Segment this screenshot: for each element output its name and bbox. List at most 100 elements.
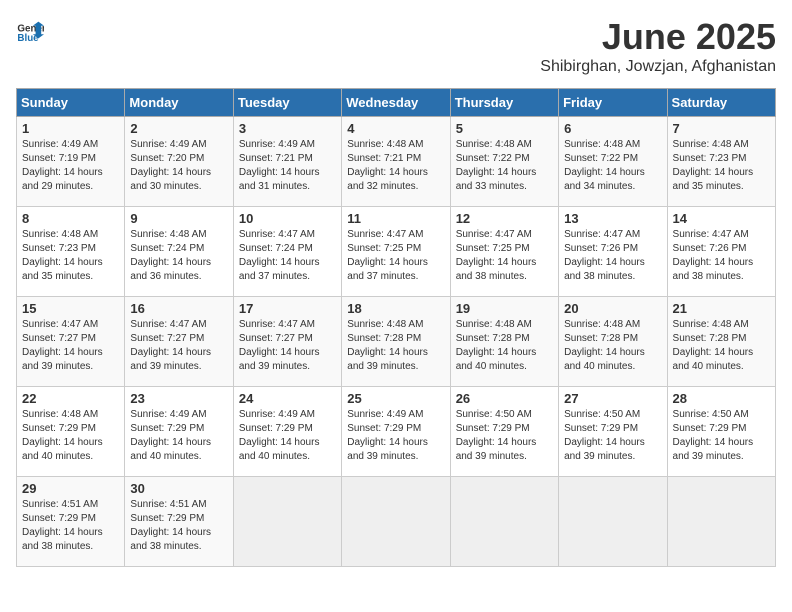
day-number: 7 xyxy=(673,121,770,136)
header-tuesday: Tuesday xyxy=(233,89,341,117)
calendar-cell: 1 Sunrise: 4:49 AM Sunset: 7:19 PM Daylig… xyxy=(17,117,125,207)
calendar-cell xyxy=(450,477,558,567)
header-thursday: Thursday xyxy=(450,89,558,117)
day-info: Sunrise: 4:48 AM Sunset: 7:21 PM Dayligh… xyxy=(347,138,444,194)
calendar-cell xyxy=(233,477,341,567)
calendar-cell: 10 Sunrise: 4:47 AM Sunset: 7:24 PM Dayli… xyxy=(233,207,341,297)
calendar-cell xyxy=(342,477,450,567)
calendar-cell: 16 Sunrise: 4:47 AM Sunset: 7:27 PM Dayli… xyxy=(125,297,233,387)
calendar-cell xyxy=(559,477,667,567)
day-info: Sunrise: 4:47 AM Sunset: 7:26 PM Dayligh… xyxy=(673,228,770,284)
header-wednesday: Wednesday xyxy=(342,89,450,117)
day-number: 24 xyxy=(239,391,336,406)
header-sunday: Sunday xyxy=(17,89,125,117)
month-title: June 2025 xyxy=(540,16,776,58)
week-row-2: 8 Sunrise: 4:48 AM Sunset: 7:23 PM Daylig… xyxy=(17,207,776,297)
day-number: 3 xyxy=(239,121,336,136)
day-number: 16 xyxy=(130,301,227,316)
calendar-cell: 3 Sunrise: 4:49 AM Sunset: 7:21 PM Daylig… xyxy=(233,117,341,207)
week-row-3: 15Sunrise: 4:47 AM Sunset: 7:27 PM Dayli… xyxy=(17,297,776,387)
header: General Blue June 2025 Shibirghan, Jowzj… xyxy=(16,16,776,76)
week-row-4: 22Sunrise: 4:48 AM Sunset: 7:29 PM Dayli… xyxy=(17,387,776,477)
day-info: Sunrise: 4:48 AM Sunset: 7:28 PM Dayligh… xyxy=(673,318,770,374)
calendar-cell: 28Sunrise: 4:50 AM Sunset: 7:29 PM Dayli… xyxy=(667,387,775,477)
day-info: Sunrise: 4:48 AM Sunset: 7:29 PM Dayligh… xyxy=(22,408,119,464)
day-info: Sunrise: 4:48 AM Sunset: 7:24 PM Dayligh… xyxy=(130,228,227,284)
calendar-cell: 29 Sunrise: 4:51 AM Sunset: 7:29 PM Dayli… xyxy=(17,477,125,567)
day-number: 21 xyxy=(673,301,770,316)
day-number: 5 xyxy=(456,121,553,136)
day-info: Sunrise: 4:48 AM Sunset: 7:28 PM Dayligh… xyxy=(456,318,553,374)
day-info: Sunrise: 4:47 AM Sunset: 7:24 PM Dayligh… xyxy=(239,228,336,284)
day-info: Sunrise: 4:47 AM Sunset: 7:26 PM Dayligh… xyxy=(564,228,661,284)
header-friday: Friday xyxy=(559,89,667,117)
day-info: Sunrise: 4:51 AM Sunset: 7:29 PM Dayligh… xyxy=(130,498,227,554)
day-info: Sunrise: 4:47 AM Sunset: 7:25 PM Dayligh… xyxy=(347,228,444,284)
day-info: Sunrise: 4:48 AM Sunset: 7:23 PM Dayligh… xyxy=(22,228,119,284)
day-info: Sunrise: 4:48 AM Sunset: 7:28 PM Dayligh… xyxy=(347,318,444,374)
day-info: Sunrise: 4:49 AM Sunset: 7:29 PM Dayligh… xyxy=(130,408,227,464)
day-number: 18 xyxy=(347,301,444,316)
header-monday: Monday xyxy=(125,89,233,117)
calendar-cell: 22Sunrise: 4:48 AM Sunset: 7:29 PM Dayli… xyxy=(17,387,125,477)
calendar-cell: 19Sunrise: 4:48 AM Sunset: 7:28 PM Dayli… xyxy=(450,297,558,387)
day-number: 1 xyxy=(22,121,119,136)
day-number: 14 xyxy=(673,211,770,226)
day-info: Sunrise: 4:50 AM Sunset: 7:29 PM Dayligh… xyxy=(564,408,661,464)
calendar-cell: 18 Sunrise: 4:48 AM Sunset: 7:28 PM Dayli… xyxy=(342,297,450,387)
day-info: Sunrise: 4:49 AM Sunset: 7:21 PM Dayligh… xyxy=(239,138,336,194)
day-info: Sunrise: 4:48 AM Sunset: 7:28 PM Dayligh… xyxy=(564,318,661,374)
day-number: 10 xyxy=(239,211,336,226)
day-info: Sunrise: 4:49 AM Sunset: 7:29 PM Dayligh… xyxy=(347,408,444,464)
day-number: 8 xyxy=(22,211,119,226)
day-info: Sunrise: 4:47 AM Sunset: 7:27 PM Dayligh… xyxy=(22,318,119,374)
day-info: Sunrise: 4:48 AM Sunset: 7:22 PM Dayligh… xyxy=(456,138,553,194)
calendar-cell: 4 Sunrise: 4:48 AM Sunset: 7:21 PM Daylig… xyxy=(342,117,450,207)
day-number: 27 xyxy=(564,391,661,406)
day-number: 20 xyxy=(564,301,661,316)
day-number: 9 xyxy=(130,211,227,226)
calendar-cell: 25 Sunrise: 4:49 AM Sunset: 7:29 PM Dayli… xyxy=(342,387,450,477)
day-info: Sunrise: 4:47 AM Sunset: 7:27 PM Dayligh… xyxy=(130,318,227,374)
day-number: 4 xyxy=(347,121,444,136)
day-number: 30 xyxy=(130,481,227,496)
calendar-header-row: SundayMondayTuesdayWednesdayThursdayFrid… xyxy=(17,89,776,117)
day-info: Sunrise: 4:49 AM Sunset: 7:29 PM Dayligh… xyxy=(239,408,336,464)
day-info: Sunrise: 4:47 AM Sunset: 7:25 PM Dayligh… xyxy=(456,228,553,284)
calendar-cell: 14 Sunrise: 4:47 AM Sunset: 7:26 PM Dayli… xyxy=(667,207,775,297)
day-info: Sunrise: 4:50 AM Sunset: 7:29 PM Dayligh… xyxy=(456,408,553,464)
day-info: Sunrise: 4:51 AM Sunset: 7:29 PM Dayligh… xyxy=(22,498,119,554)
calendar-cell: 5 Sunrise: 4:48 AM Sunset: 7:22 PM Daylig… xyxy=(450,117,558,207)
day-info: Sunrise: 4:50 AM Sunset: 7:29 PM Dayligh… xyxy=(673,408,770,464)
logo: General Blue xyxy=(16,16,44,44)
calendar-cell: 24 Sunrise: 4:49 AM Sunset: 7:29 PM Dayli… xyxy=(233,387,341,477)
calendar-cell: 15Sunrise: 4:47 AM Sunset: 7:27 PM Dayli… xyxy=(17,297,125,387)
day-number: 12 xyxy=(456,211,553,226)
calendar-cell: 30 Sunrise: 4:51 AM Sunset: 7:29 PM Dayli… xyxy=(125,477,233,567)
calendar-cell: 11Sunrise: 4:47 AM Sunset: 7:25 PM Dayli… xyxy=(342,207,450,297)
day-number: 26 xyxy=(456,391,553,406)
calendar-cell: 6 Sunrise: 4:48 AM Sunset: 7:22 PM Daylig… xyxy=(559,117,667,207)
day-info: Sunrise: 4:49 AM Sunset: 7:19 PM Dayligh… xyxy=(22,138,119,194)
calendar-cell: 17 Sunrise: 4:47 AM Sunset: 7:27 PM Dayli… xyxy=(233,297,341,387)
calendar-cell: 12 Sunrise: 4:47 AM Sunset: 7:25 PM Dayli… xyxy=(450,207,558,297)
calendar-cell: 20 Sunrise: 4:48 AM Sunset: 7:28 PM Dayli… xyxy=(559,297,667,387)
logo-icon: General Blue xyxy=(16,16,44,44)
day-number: 13 xyxy=(564,211,661,226)
week-row-5: 29 Sunrise: 4:51 AM Sunset: 7:29 PM Dayli… xyxy=(17,477,776,567)
day-info: Sunrise: 4:48 AM Sunset: 7:22 PM Dayligh… xyxy=(564,138,661,194)
day-info: Sunrise: 4:49 AM Sunset: 7:20 PM Dayligh… xyxy=(130,138,227,194)
day-number: 6 xyxy=(564,121,661,136)
day-info: Sunrise: 4:47 AM Sunset: 7:27 PM Dayligh… xyxy=(239,318,336,374)
calendar-cell: 26 Sunrise: 4:50 AM Sunset: 7:29 PM Dayli… xyxy=(450,387,558,477)
calendar-cell: 7Sunrise: 4:48 AM Sunset: 7:23 PM Daylig… xyxy=(667,117,775,207)
calendar-cell: 9 Sunrise: 4:48 AM Sunset: 7:24 PM Daylig… xyxy=(125,207,233,297)
day-number: 29 xyxy=(22,481,119,496)
day-number: 17 xyxy=(239,301,336,316)
calendar-cell: 23Sunrise: 4:49 AM Sunset: 7:29 PM Dayli… xyxy=(125,387,233,477)
calendar-cell: 2Sunrise: 4:49 AM Sunset: 7:20 PM Daylig… xyxy=(125,117,233,207)
calendar-table: SundayMondayTuesdayWednesdayThursdayFrid… xyxy=(16,88,776,567)
day-number: 25 xyxy=(347,391,444,406)
calendar-cell: 27 Sunrise: 4:50 AM Sunset: 7:29 PM Dayli… xyxy=(559,387,667,477)
calendar-cell: 13 Sunrise: 4:47 AM Sunset: 7:26 PM Dayli… xyxy=(559,207,667,297)
